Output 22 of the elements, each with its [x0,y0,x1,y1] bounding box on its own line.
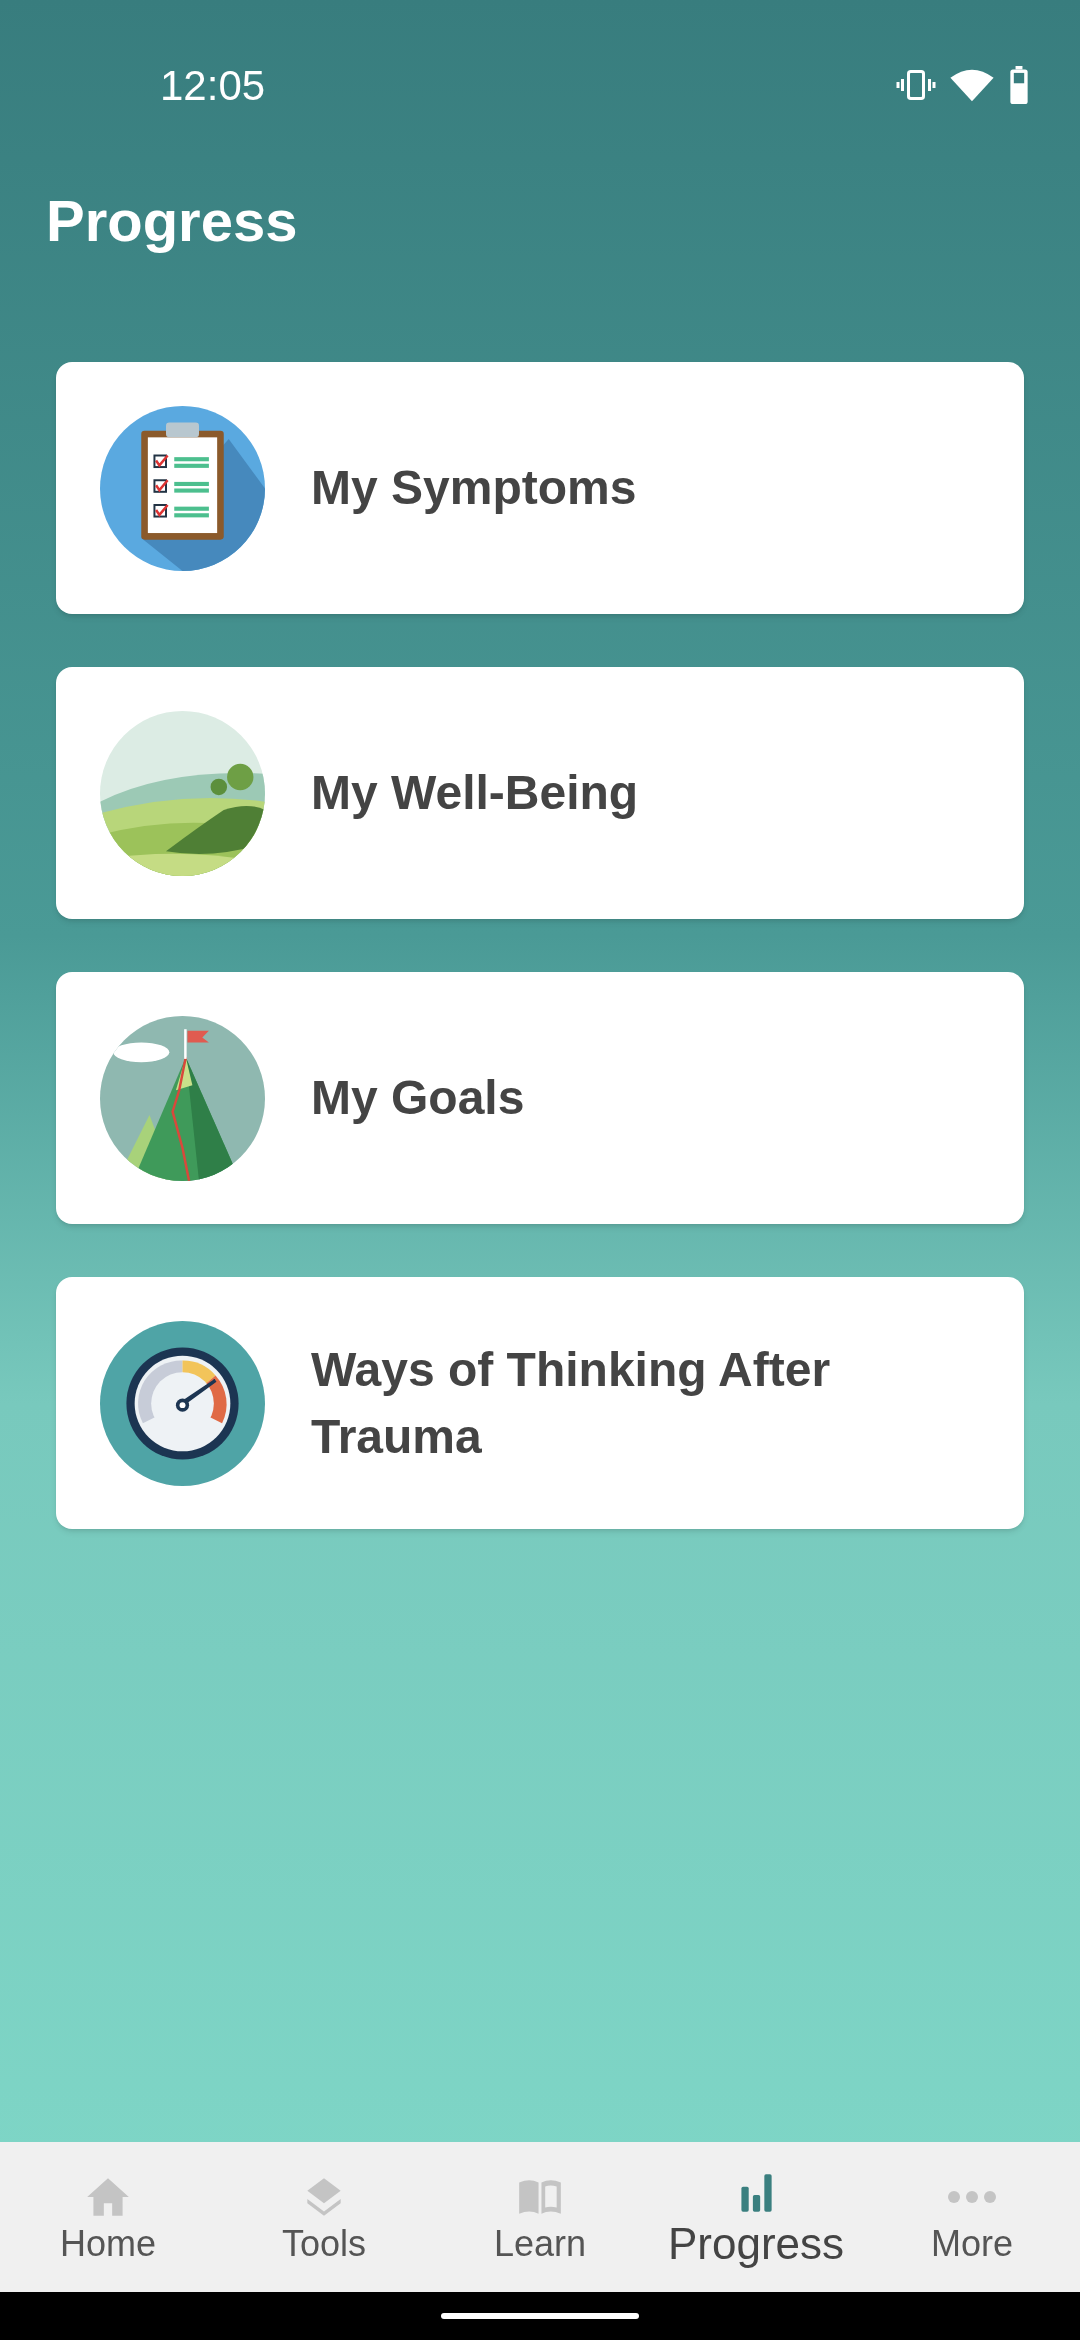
gauge-icon [100,1320,265,1486]
clipboard-icon [100,405,265,571]
home-indicator[interactable] [441,2313,639,2319]
page-title: Progress [45,187,299,255]
nav-tab[interactable]: Progress [648,2142,864,2292]
nav-tab[interactable]: Home [0,2142,216,2292]
card-label: Ways of Thinking After Trauma [311,1341,832,1465]
battery-icon [1008,66,1030,104]
nav-tab[interactable]: Learn [432,2142,648,2292]
progress-card[interactable]: My Goals [56,972,1024,1224]
card-label: My Symptoms [311,460,637,517]
nav-tab[interactable]: More [864,2142,1080,2292]
more-icon [948,2191,996,2203]
progress-card[interactable]: Ways of Thinking After Trauma [56,1277,1024,1529]
progress-card[interactable]: My Well-Being [56,667,1024,919]
status-time: 12:05 [160,60,266,111]
card-label: My Goals [311,1070,525,1127]
nav-tab[interactable]: Tools [216,2142,432,2292]
vibrate-icon [896,67,936,103]
card-label: My Well-Being [311,765,639,822]
progress-card[interactable]: My Symptoms [56,362,1024,614]
wifi-icon [950,67,994,103]
